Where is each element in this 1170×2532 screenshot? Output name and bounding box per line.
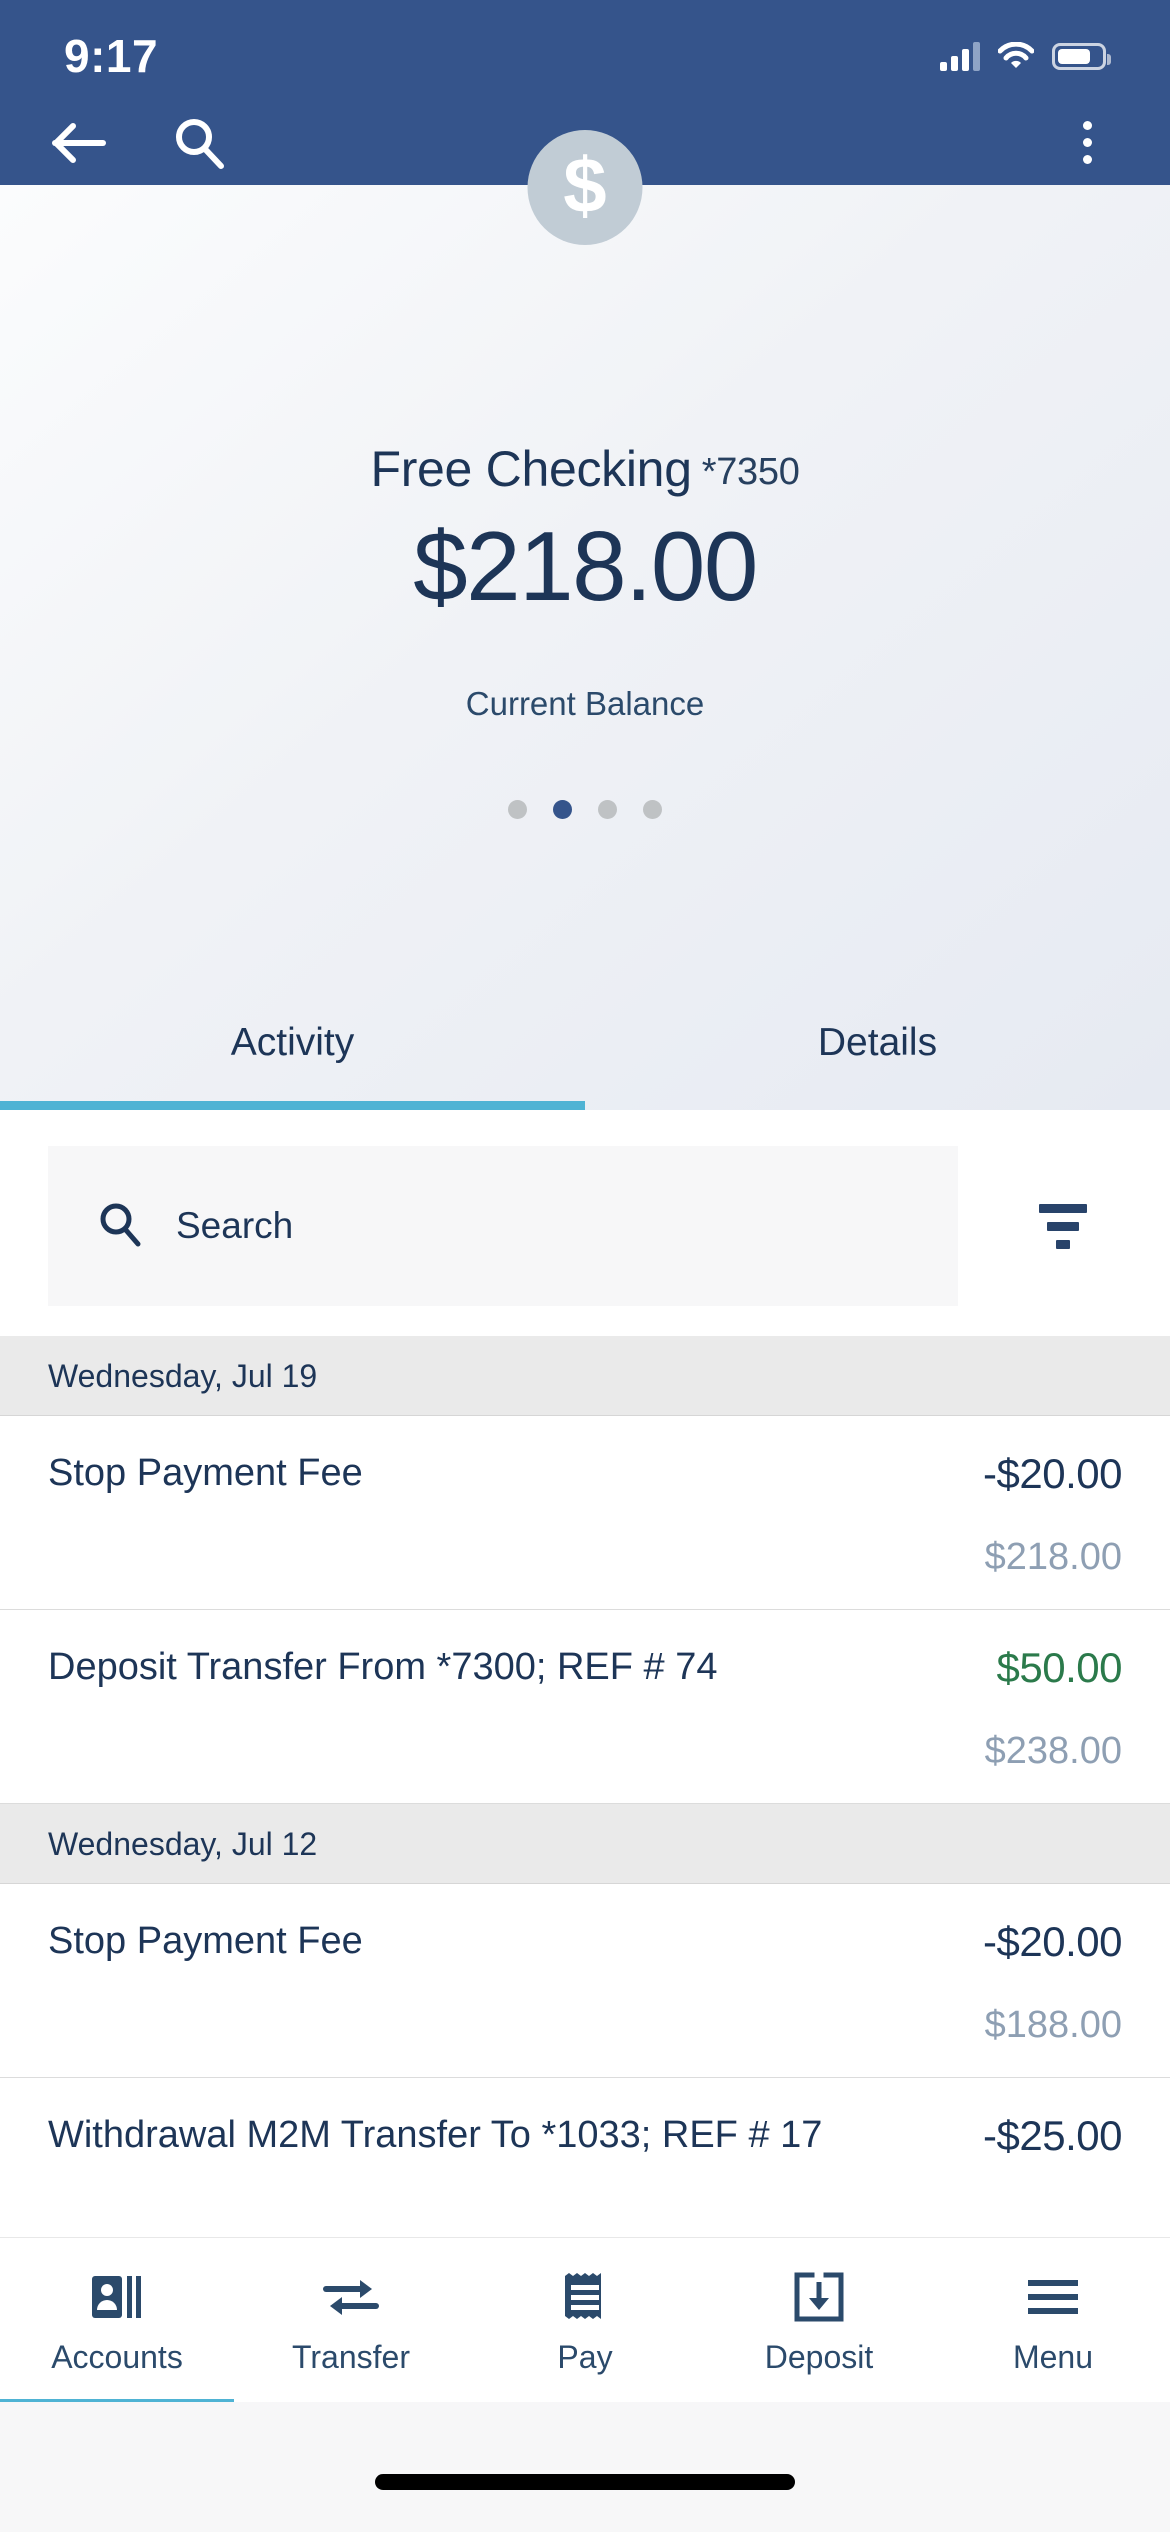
transfer-arrows-icon — [322, 2271, 380, 2323]
account-pager[interactable] — [0, 800, 1170, 819]
search-row: Search — [0, 1110, 1170, 1336]
transaction-description: Withdrawal M2M Transfer To *1033; REF # … — [48, 2112, 872, 2238]
account-mask: *7350 — [702, 451, 800, 493]
transaction-running-balance: $188.00 — [872, 2004, 1122, 2047]
account-name: Free Checking — [370, 441, 691, 497]
transaction-row[interactable]: Withdrawal M2M Transfer To *1033; REF # … — [0, 2078, 1170, 2238]
transaction-amount: $50.00 — [872, 1644, 1122, 1692]
search-input[interactable]: Search — [48, 1146, 958, 1306]
bottom-nav-label: Deposit — [765, 2339, 874, 2376]
tab-details[interactable]: Details — [585, 990, 1170, 1110]
account-balance: $218.00 — [0, 510, 1170, 623]
account-tabs: Activity Details — [0, 990, 1170, 1110]
account-summary-card: $ Free Checking*7350 $218.00 Current Bal… — [0, 185, 1170, 1110]
account-avatar-dollar-icon: $ — [528, 130, 643, 245]
transaction-running-balance: $238.00 — [872, 1730, 1122, 1773]
home-indicator-area — [0, 2402, 1170, 2532]
search-placeholder: Search — [176, 1205, 293, 1247]
transaction-values: $50.00 $238.00 — [872, 1644, 1122, 1773]
kebab-menu-icon[interactable] — [1056, 112, 1118, 174]
transaction-description: Deposit Transfer From *7300; REF # 74 — [48, 1644, 872, 1773]
transaction-description: Stop Payment Fee — [48, 1918, 872, 2047]
bottom-nav-label: Menu — [1013, 2339, 1093, 2376]
bottom-nav-item-menu[interactable]: Menu — [936, 2238, 1170, 2402]
nav-bar-right — [1056, 112, 1170, 174]
activity-panel: Search Wednesday, Jul 19 Stop Payment Fe… — [0, 1110, 1170, 2238]
pager-dot-active[interactable] — [553, 800, 572, 819]
pager-dot[interactable] — [598, 800, 617, 819]
status-bar: 9:17 — [0, 0, 1170, 100]
balance-label: Current Balance — [0, 685, 1170, 723]
transaction-amount: -$20.00 — [872, 1918, 1122, 1966]
bottom-nav-label: Transfer — [292, 2339, 410, 2376]
pager-dot[interactable] — [508, 800, 527, 819]
cellular-signal-icon — [940, 41, 980, 71]
hamburger-menu-icon — [1027, 2271, 1079, 2323]
transaction-row[interactable]: Stop Payment Fee -$20.00 $188.00 — [0, 1884, 1170, 2078]
home-indicator[interactable] — [375, 2474, 795, 2490]
bottom-nav-item-pay[interactable]: Pay — [468, 2238, 702, 2402]
transaction-description: Stop Payment Fee — [48, 1450, 872, 1579]
date-group-header: Wednesday, Jul 12 — [0, 1804, 1170, 1884]
bottom-nav-item-accounts[interactable]: Accounts — [0, 2238, 234, 2402]
battery-icon — [1052, 43, 1106, 70]
tab-activity[interactable]: Activity — [0, 990, 585, 1110]
transaction-amount: -$20.00 — [872, 1450, 1122, 1498]
bottom-nav-label: Accounts — [51, 2339, 183, 2376]
date-group-header: Wednesday, Jul 19 — [0, 1336, 1170, 1416]
back-arrow-icon[interactable] — [48, 112, 110, 174]
deposit-download-icon — [794, 2271, 844, 2323]
transaction-values: -$20.00 $218.00 — [872, 1450, 1122, 1579]
receipt-icon — [562, 2271, 608, 2323]
transaction-running-balance: $218.00 — [872, 1536, 1122, 1579]
account-title: Free Checking *7350 — [0, 440, 1170, 498]
transaction-values: -$25.00 — [872, 2112, 1122, 2238]
transaction-amount: -$25.00 — [872, 2112, 1122, 2160]
bottom-nav-item-deposit[interactable]: Deposit — [702, 2238, 936, 2402]
filter-icon[interactable] — [1018, 1181, 1108, 1271]
nav-bar-left — [0, 112, 230, 174]
bottom-nav-item-transfer[interactable]: Transfer — [234, 2238, 468, 2402]
bottom-nav-label: Pay — [557, 2339, 612, 2376]
transaction-values: -$20.00 $188.00 — [872, 1918, 1122, 2047]
search-icon — [98, 1201, 142, 1252]
status-icon-group — [940, 41, 1106, 71]
status-time: 9:17 — [64, 29, 158, 83]
wifi-icon — [998, 42, 1034, 70]
bottom-navigation-bar: Accounts Transfer — [0, 2237, 1170, 2402]
pager-dot[interactable] — [643, 800, 662, 819]
transaction-row[interactable]: Stop Payment Fee -$20.00 $218.00 — [0, 1416, 1170, 1610]
transaction-row[interactable]: Deposit Transfer From *7300; REF # 74 $5… — [0, 1610, 1170, 1804]
app-screen: 9:17 — [0, 0, 1170, 2532]
search-icon[interactable] — [168, 112, 230, 174]
accounts-card-icon — [91, 2271, 143, 2323]
